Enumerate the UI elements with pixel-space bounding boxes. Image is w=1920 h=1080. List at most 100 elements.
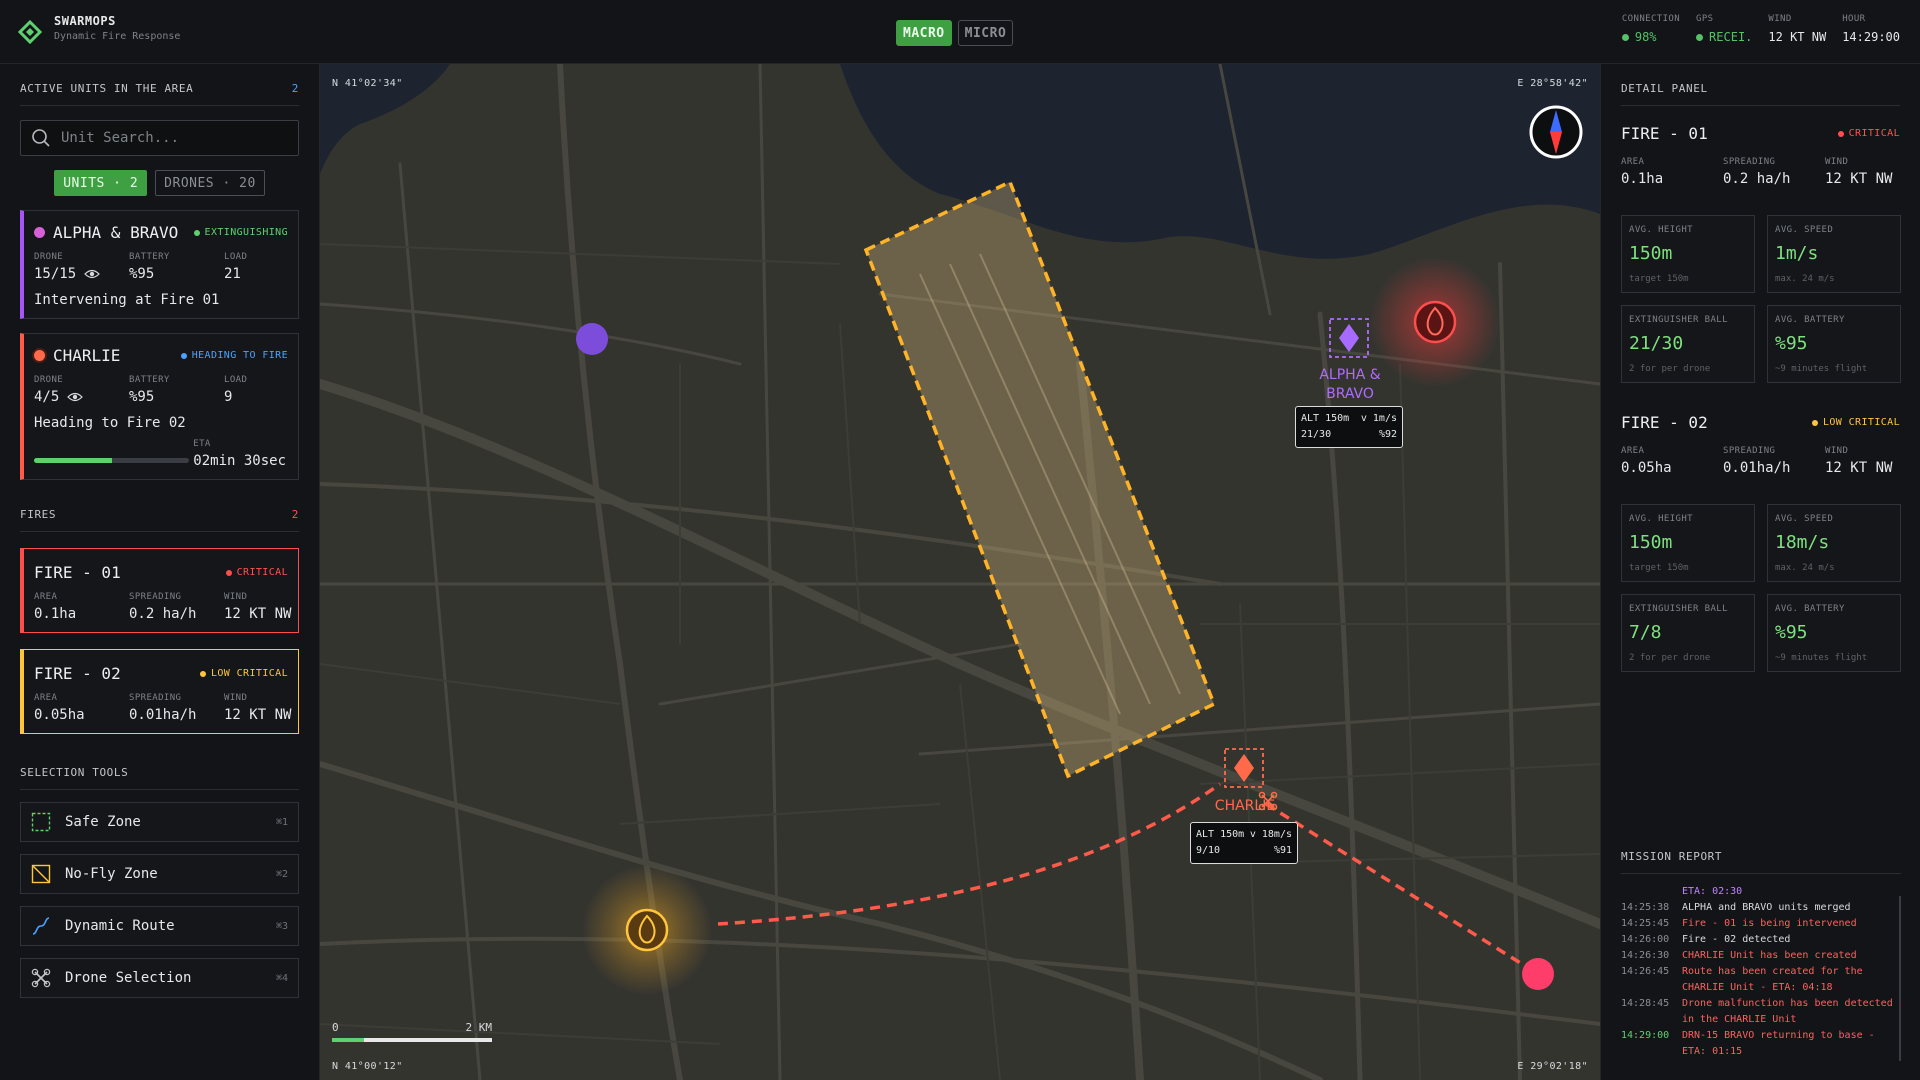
compass-icon[interactable] bbox=[1529, 105, 1583, 159]
eta-progress-fill bbox=[34, 458, 112, 463]
macro-mode-button[interactable]: MACRO bbox=[896, 20, 952, 46]
unit-search-box[interactable] bbox=[20, 120, 299, 156]
wind-label: WIND bbox=[224, 592, 248, 602]
metric-value: 18m/s bbox=[1775, 532, 1830, 553]
fires-title: FIRES bbox=[20, 508, 57, 521]
spreading-label: SPREADING bbox=[1723, 446, 1776, 456]
log-text: Drone malfunction has been detected in t… bbox=[1682, 998, 1893, 1025]
dynamic-route-tool[interactable]: Dynamic Route ⌘3 bbox=[20, 906, 299, 946]
wind-label: WIND bbox=[1768, 14, 1792, 24]
metric-sub: target 150m bbox=[1629, 563, 1689, 573]
map-view[interactable]: N 41°02'34" E 28°58'42" N 41°00'12" E 29… bbox=[320, 64, 1600, 1080]
drone-selection-tool[interactable]: Drone Selection ⌘4 bbox=[20, 958, 299, 998]
metric-avg-battery: AVG. BATTERY %95 ~9 minutes flight bbox=[1767, 594, 1901, 672]
log-entry: 14:25:38 ALPHA and BRAVO units merged bbox=[1621, 900, 1901, 916]
battery-label: BATTERY bbox=[129, 375, 170, 385]
drone-icon bbox=[31, 968, 51, 988]
alpha-load: 21/30 bbox=[1301, 429, 1332, 440]
area-value: 0.1ha bbox=[1621, 171, 1664, 187]
eye-icon[interactable] bbox=[84, 268, 101, 280]
battery-label: BATTERY bbox=[129, 252, 170, 262]
log-text: Fire - 02 detected bbox=[1682, 934, 1791, 945]
unit-note: Intervening at Fire 01 bbox=[34, 292, 220, 308]
metric-avg-speed: AVG. SPEED 18m/s max. 24 m/s bbox=[1767, 504, 1901, 582]
fire-card-02[interactable]: FIRE - 02 LOW CRITICAL AREA 0.05ha SPREAD… bbox=[20, 649, 299, 734]
coord-bottom-right: E 29°02'18" bbox=[1517, 1061, 1588, 1072]
app-name: SWARMOPS bbox=[54, 14, 116, 28]
unit-search-input[interactable] bbox=[61, 130, 281, 146]
area-label: AREA bbox=[34, 693, 58, 703]
map-scale: 0 2 KM bbox=[332, 1021, 492, 1042]
unit-name: ALPHA & BRAVO bbox=[53, 223, 179, 242]
drone-label: DRONE bbox=[34, 375, 64, 385]
log-scrollbar[interactable] bbox=[1899, 896, 1901, 1061]
drone-count: 4/5 bbox=[34, 389, 60, 405]
safe-zone-tool[interactable]: Safe Zone ⌘1 bbox=[20, 802, 299, 842]
charlie-battery: %91 bbox=[1273, 845, 1292, 856]
wind-stat: WIND 12 KT NW bbox=[1768, 14, 1826, 44]
eye-icon[interactable] bbox=[67, 391, 84, 403]
hour-stat: HOUR 14:29:00 bbox=[1842, 14, 1900, 44]
micro-mode-button[interactable]: MICRO bbox=[957, 20, 1014, 46]
metric-avg-height: AVG. HEIGHT 150m target 150m bbox=[1621, 504, 1755, 582]
metric-label: EXTINGUISHER BALL bbox=[1629, 604, 1728, 614]
metric-value: 150m bbox=[1629, 243, 1673, 264]
drone-label: DRONE bbox=[34, 252, 64, 262]
status-dot-icon bbox=[199, 670, 206, 677]
log-entry: 14:25:45 Fire - 01 is being intervened bbox=[1621, 916, 1901, 932]
log-entry: ETA: 02:30 bbox=[1621, 884, 1901, 900]
hour-label: HOUR bbox=[1842, 14, 1866, 24]
scale-start: 0 bbox=[332, 1021, 339, 1034]
alpha-bravo-unit-icon[interactable] bbox=[1339, 324, 1359, 352]
shortcut-key: ⌘1 bbox=[275, 816, 288, 828]
unit-card-alpha-bravo[interactable]: ALPHA & BRAVO EXTINGUISHING DRONE 15/15 B… bbox=[20, 210, 299, 319]
connection-label: CONNECTION bbox=[1621, 14, 1681, 24]
alpha-label-line2: BRAVO bbox=[1326, 386, 1374, 402]
fire-name: FIRE - 01 bbox=[1621, 124, 1708, 143]
metric-avg-speed: AVG. SPEED 1m/s max. 24 m/s bbox=[1767, 215, 1901, 293]
metric-label: AVG. HEIGHT bbox=[1629, 514, 1694, 524]
gps-value: RECEI. bbox=[1709, 30, 1753, 44]
base-point[interactable] bbox=[1522, 958, 1554, 990]
fire-status: CRITICAL bbox=[236, 567, 288, 578]
drones-filter-button[interactable]: DRONES · 20 bbox=[155, 170, 265, 196]
charlie-speed: v 18m/s bbox=[1249, 829, 1292, 840]
metric-sub: 2 for per drone bbox=[1629, 364, 1711, 374]
area-label: AREA bbox=[34, 592, 58, 602]
load-value: 9 bbox=[224, 389, 233, 405]
metric-sub: max. 24 m/s bbox=[1775, 563, 1835, 573]
metric-avg-battery: AVG. BATTERY %95 ~9 minutes flight bbox=[1767, 305, 1901, 383]
eta-value: 02min 30sec bbox=[193, 453, 286, 469]
metric-value: %95 bbox=[1775, 622, 1808, 643]
spreading-value: 0.01ha/h bbox=[1723, 460, 1791, 476]
area-label: AREA bbox=[1621, 157, 1645, 167]
unit-name: CHARLIE bbox=[53, 346, 121, 365]
no-fly-zone[interactable] bbox=[863, 179, 1217, 779]
detail-panel-title: DETAIL PANEL bbox=[1621, 82, 1708, 95]
area-value: 0.1ha bbox=[34, 606, 77, 622]
drone-count: 15/15 bbox=[34, 266, 77, 282]
log-text: Fire - 01 is being intervened bbox=[1682, 918, 1857, 929]
map-canvas[interactable] bbox=[320, 64, 1600, 1080]
alpha-battery: %92 bbox=[1378, 429, 1397, 440]
mission-log[interactable]: ETA: 02:30 14:25:38 ALPHA and BRAVO units … bbox=[1621, 884, 1901, 1064]
unit-color-dot-icon bbox=[34, 350, 45, 361]
charlie-alt: ALT 150m bbox=[1196, 829, 1245, 840]
tool-label: Dynamic Route bbox=[65, 918, 175, 934]
log-text: ALPHA and BRAVO units merged bbox=[1682, 902, 1851, 913]
fire-card-01[interactable]: FIRE - 01 CRITICAL AREA 0.1ha SPREADING 0.… bbox=[20, 548, 299, 633]
log-text: Route has been created for the CHARLIE U… bbox=[1682, 966, 1863, 993]
unit-card-charlie[interactable]: CHARLIE HEADING TO FIRE DRONE 4/5 BATTERY… bbox=[20, 333, 299, 480]
fire-status: CRITICAL bbox=[1848, 128, 1900, 139]
log-time: 14:26:00 bbox=[1621, 934, 1670, 945]
units-filter-button[interactable]: UNITS · 2 bbox=[54, 170, 148, 196]
log-time: 14:28:45 bbox=[1621, 998, 1670, 1009]
no-fly-zone-tool[interactable]: No-Fly Zone ⌘2 bbox=[20, 854, 299, 894]
unit-status: EXTINGUISHING bbox=[204, 227, 288, 238]
fire-status: LOW CRITICAL bbox=[1822, 417, 1900, 428]
eta-label: ETA bbox=[193, 439, 211, 449]
metric-label: AVG. SPEED bbox=[1775, 225, 1834, 235]
waypoint-purple[interactable] bbox=[576, 323, 608, 355]
return-route-line bbox=[1265, 802, 1539, 976]
status-dot-icon bbox=[225, 569, 232, 576]
